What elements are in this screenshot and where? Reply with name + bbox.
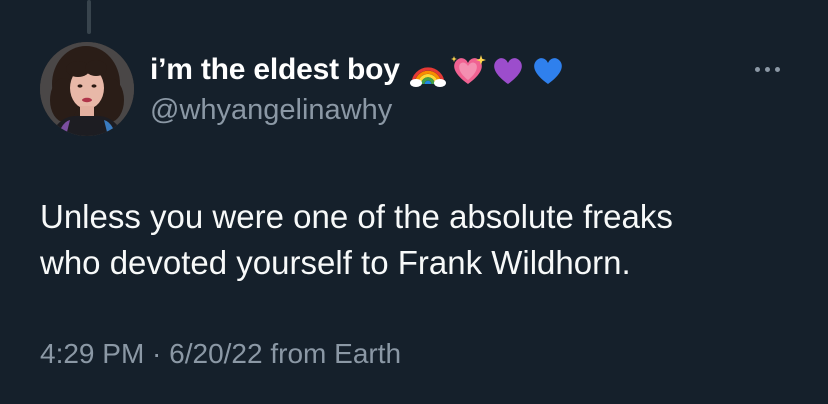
more-options-button[interactable] (744, 56, 790, 82)
avatar-photo (40, 42, 134, 136)
tweet-card: i’m the eldest boy @whyangelinawhy Unles… (0, 0, 828, 404)
tweet-timestamp[interactable]: 4:29 PM · 6/20/22 from Earth (40, 338, 401, 370)
tweet-text-line: who devoted yourself to Frank Wildhorn. (40, 244, 631, 281)
avatar[interactable] (40, 42, 134, 136)
blue-heart-icon (533, 58, 562, 84)
rainbow-icon (409, 67, 446, 87)
user-handle[interactable]: @whyangelinawhy (150, 94, 392, 127)
thread-connector-line (87, 0, 91, 34)
sparkling-heart-icon (450, 55, 486, 84)
purple-heart-icon (493, 58, 522, 84)
display-name-row[interactable]: i’m the eldest boy (150, 50, 566, 90)
display-name[interactable]: i’m the eldest boy (150, 53, 400, 87)
more-dot-icon (764, 66, 770, 72)
more-dot-icon (774, 66, 780, 72)
tweet-text-line: Unless you were one of the absolute frea… (40, 198, 673, 235)
tweet-text: Unless you were one of the absolute frea… (40, 194, 800, 286)
more-dot-icon (754, 66, 760, 72)
